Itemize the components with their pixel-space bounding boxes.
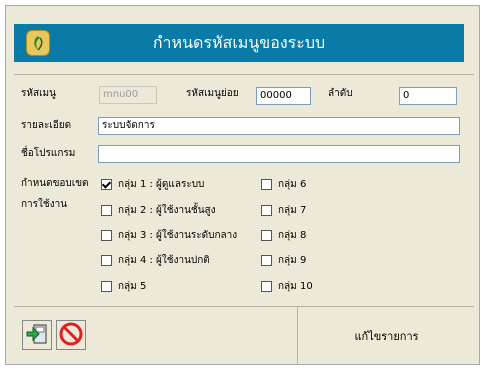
- group-8-checkbox[interactable]: กลุ่ม 8: [261, 228, 306, 243]
- save-icon: [25, 323, 49, 348]
- checkbox-icon: [101, 281, 112, 292]
- group-4-label: กลุ่ม 4 : ผู้ใช้งานปกติ: [118, 255, 210, 266]
- group-8-label: กลุ่ม 8: [278, 230, 307, 241]
- menu-code-label: รหัสเมนู: [21, 88, 56, 99]
- no-entry-icon: [59, 322, 83, 349]
- group-6-label: กลุ่ม 6: [278, 179, 307, 190]
- group-6-checkbox[interactable]: กลุ่ม 6: [261, 177, 306, 192]
- scope-label: กำหนดขอบเขต: [21, 178, 89, 189]
- group-10-checkbox[interactable]: กลุ่ม 10: [261, 279, 313, 294]
- submenu-code-field[interactable]: 00000: [256, 87, 311, 105]
- group-7-label: กลุ่ม 7: [278, 205, 307, 216]
- checkbox-icon: [261, 281, 272, 292]
- group-5-label: กลุ่ม 5: [118, 281, 147, 292]
- checkbox-icon: [101, 205, 112, 216]
- checkbox-icon: [261, 179, 272, 190]
- detail-field[interactable]: ระบบจัดการ: [98, 117, 460, 135]
- program-name-label: ชื่อโปรแกรม: [21, 148, 76, 159]
- menu-code-field[interactable]: mnu00: [99, 86, 157, 104]
- save-button[interactable]: [22, 320, 52, 350]
- group-1-label: กลุ่ม 1 : ผู้ดูแลระบบ: [118, 179, 205, 190]
- group-9-checkbox[interactable]: กลุ่ม 9: [261, 253, 306, 268]
- order-field[interactable]: 0: [399, 87, 457, 105]
- program-name-field[interactable]: [98, 145, 460, 163]
- order-label: ลำดับ: [328, 88, 353, 99]
- divider: [14, 74, 474, 75]
- group-7-checkbox[interactable]: กลุ่ม 7: [261, 203, 306, 218]
- group-3-checkbox[interactable]: กลุ่ม 3 : ผู้ใช้งานระดับกลาง: [101, 228, 237, 243]
- menu-code-dialog: กำหนดรหัสเมนูของระบบ รหัสเมนู mnu00 รหัส…: [5, 5, 480, 365]
- checkbox-icon: [261, 230, 272, 241]
- group-2-checkbox[interactable]: กลุ่ม 2 : ผู้ใช้งานชั้นสูง: [101, 203, 216, 218]
- group-2-label: กลุ่ม 2 : ผู้ใช้งานชั้นสูง: [118, 205, 216, 216]
- checkbox-icon: [261, 255, 272, 266]
- scope-label-line2: การใช้งาน: [21, 199, 68, 210]
- group-1-checkbox[interactable]: กลุ่ม 1 : ผู้ดูแลระบบ: [101, 177, 204, 192]
- group-5-checkbox[interactable]: กลุ่ม 5: [101, 279, 146, 294]
- action-bar: แก้ไขรายการ: [14, 306, 474, 365]
- group-9-label: กลุ่ม 9: [278, 255, 307, 266]
- submenu-code-label: รหัสเมนูย่อย: [186, 88, 239, 99]
- cancel-button[interactable]: [56, 320, 86, 350]
- window-title: กำหนดรหัสเมนูของระบบ: [152, 33, 326, 52]
- group-10-label: กลุ่ม 10: [278, 281, 313, 292]
- checkbox-icon: [101, 230, 112, 241]
- title-bar: กำหนดรหัสเมนูของระบบ: [14, 24, 464, 62]
- group-3-label: กลุ่ม 3 : ผู้ใช้งานระดับกลาง: [118, 230, 238, 241]
- checkbox-checked-icon: [101, 179, 112, 190]
- group-4-checkbox[interactable]: กลุ่ม 4 : ผู้ใช้งานปกติ: [101, 253, 210, 268]
- mode-status: แก้ไขรายการ: [297, 307, 475, 365]
- checkbox-icon: [101, 255, 112, 266]
- checkbox-icon: [261, 205, 272, 216]
- detail-label: รายละเอียด: [21, 120, 72, 131]
